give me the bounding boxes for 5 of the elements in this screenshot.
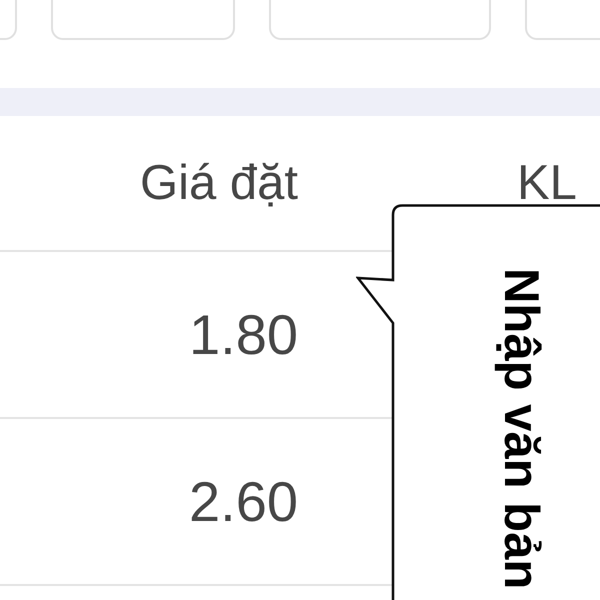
- column-header: Giá đặt: [140, 158, 298, 208]
- column-header: KL: [517, 158, 577, 208]
- tooltip-text: Nhập văn bản: [496, 268, 545, 590]
- price-cell: 1.80: [189, 306, 298, 362]
- price-cell: 2.60: [189, 474, 298, 530]
